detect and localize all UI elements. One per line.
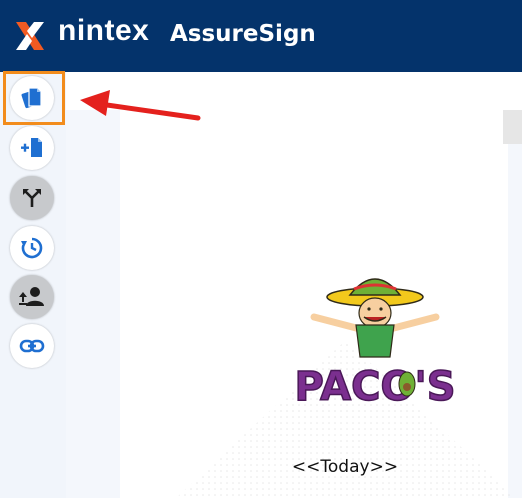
add-document-icon	[21, 138, 42, 157]
today-placeholder: <<Today>>	[291, 457, 399, 477]
sidebar-item-new-document[interactable]	[10, 126, 54, 170]
sidebar-item-history[interactable]	[10, 226, 54, 270]
product-name: AssureSign	[170, 21, 316, 47]
app-header: nintex AssureSign	[0, 0, 522, 72]
branch-icon	[23, 189, 41, 207]
red-arrow-icon	[80, 90, 201, 121]
brand-name: nintex	[58, 14, 150, 47]
sidebar-item-upload-user[interactable]	[10, 275, 54, 319]
scrollbar[interactable]	[503, 110, 522, 144]
sidebar-item-workflow[interactable]	[10, 176, 54, 220]
pacos-logo: PACO'S	[294, 278, 456, 411]
nintex-logo-icon	[16, 22, 44, 50]
history-icon	[21, 237, 43, 259]
upload-user-icon	[19, 287, 44, 306]
link-icon	[19, 339, 45, 353]
sidebar-item-link[interactable]	[10, 324, 54, 368]
highlight-box	[3, 71, 65, 125]
logo-text: PACO'S	[294, 364, 455, 410]
